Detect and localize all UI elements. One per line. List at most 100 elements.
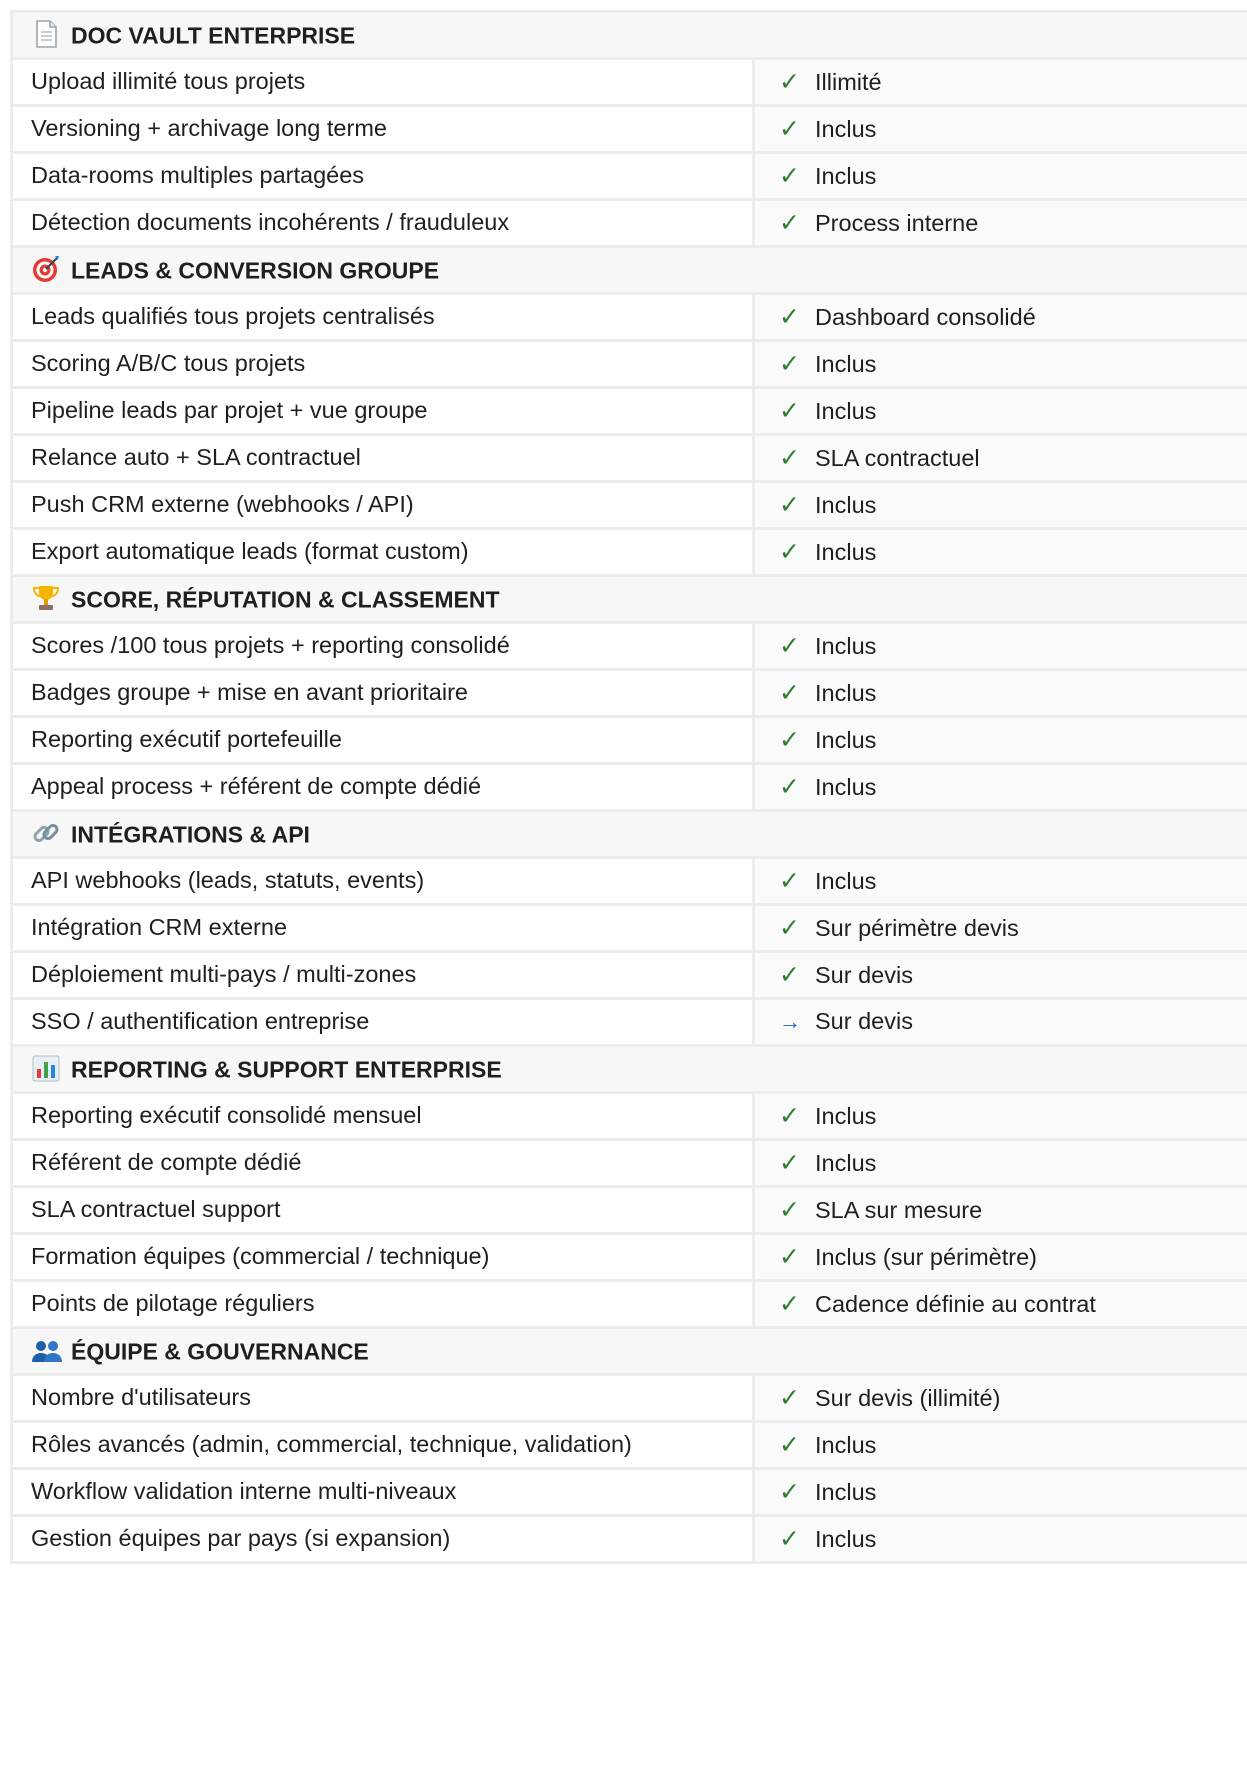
table-row: Workflow validation interne multi-niveau… (10, 1467, 1247, 1517)
value-text: Inclus (815, 397, 877, 424)
table-row: Nombre d'utilisateurs ✓ Sur devis (illimi… (10, 1373, 1247, 1423)
table-row: Référent de compte dédié ✓ Inclus (10, 1138, 1247, 1188)
feature-cell: Scores /100 tous projets + reporting con… (10, 621, 755, 671)
feature-cell: Reporting exécutif consolidé mensuel (10, 1091, 755, 1141)
value-text: Sur devis (815, 1008, 913, 1035)
check-icon: ✓ (779, 913, 800, 942)
section-title: LEADS & CONVERSION GROUPE (71, 256, 440, 283)
section-header-cell: LEADS & CONVERSION GROUPE (9, 245, 1247, 295)
value-cell: → Sur devis (751, 997, 1247, 1047)
section-title: ÉQUIPE & GOUVERNANCE (71, 1337, 369, 1364)
value-cell: ✓ Dashboard consolidé (751, 292, 1247, 342)
check-icon: ✓ (779, 1148, 800, 1177)
check-icon: ✓ (779, 302, 800, 331)
value-text: Inclus (815, 491, 877, 518)
feature-cell: Nombre d'utilisateurs (10, 1373, 755, 1423)
check-icon: ✓ (779, 1195, 800, 1224)
check-icon: ✓ (779, 114, 800, 143)
value-text: Inclus (815, 1525, 877, 1552)
feature-cell: Appeal process + référent de compte dédi… (10, 762, 755, 812)
table-row: Data-rooms multiples partagées ✓ Inclus (10, 151, 1247, 201)
value-text: Inclus (815, 1149, 877, 1176)
table-row: Leads qualifiés tous projets centralisés… (10, 292, 1247, 342)
table-row: Formation équipes (commercial / techniqu… (10, 1232, 1247, 1282)
section-title: INTÉGRATIONS & API (71, 820, 310, 847)
value-text: Inclus (815, 115, 877, 142)
value-cell: ✓ Inclus (sur périmètre) (751, 1232, 1247, 1282)
table-row: Push CRM externe (webhooks / API) ✓ Inclu… (10, 480, 1247, 530)
table-row: SSO / authentification entreprise → Sur d… (10, 997, 1247, 1047)
people-icon (31, 1335, 63, 1363)
value-text: Inclus (815, 679, 877, 706)
table-row: Reporting exécutif consolidé mensuel ✓ In… (10, 1091, 1247, 1141)
section-header-cell: REPORTING & SUPPORT ENTERPRISE (9, 1044, 1247, 1094)
table-row: Upload illimité tous projets ✓ Illimité (10, 57, 1247, 107)
table-row: Rôles avancés (admin, commercial, techni… (10, 1420, 1247, 1470)
check-icon: ✓ (779, 537, 800, 566)
table-row: Pipeline leads par projet + vue groupe ✓… (10, 386, 1247, 436)
value-cell: ✓ Inclus (751, 621, 1247, 671)
value-text: Inclus (815, 350, 877, 377)
check-icon: ✓ (779, 960, 800, 989)
section-header-row: ÉQUIPE & GOUVERNANCE (9, 1326, 1247, 1376)
value-cell: ✓ Inclus (751, 339, 1247, 389)
value-cell: ✓ Inclus (751, 1420, 1247, 1470)
section-title: SCORE, RÉPUTATION & CLASSEMENT (71, 585, 500, 612)
feature-cell: Badges groupe + mise en avant prioritair… (10, 668, 755, 718)
link-icon (31, 818, 63, 846)
value-cell: ✓ Cadence définie au contrat (751, 1279, 1247, 1329)
table-row: Intégration CRM externe ✓ Sur périmètre d… (10, 903, 1247, 953)
value-cell: ✓ Inclus (751, 1467, 1247, 1517)
feature-cell: Formation équipes (commercial / techniqu… (10, 1232, 755, 1282)
section-header-row: REPORTING & SUPPORT ENTERPRISE (9, 1044, 1247, 1094)
value-cell: ✓ Illimité (751, 57, 1247, 107)
value-cell: ✓ Sur devis (751, 950, 1247, 1000)
value-text: Sur périmètre devis (815, 914, 1019, 941)
table-row: SLA contractuel support ✓ SLA sur mesure (10, 1185, 1247, 1235)
value-cell: ✓ Inclus (751, 104, 1247, 154)
value-text: SLA sur mesure (815, 1196, 983, 1223)
table-row: Versioning + archivage long terme ✓ Inclu… (10, 104, 1247, 154)
trophy-icon (31, 583, 63, 611)
value-cell: ✓ Process interne (751, 198, 1247, 248)
table-row: Badges groupe + mise en avant prioritair… (10, 668, 1247, 718)
check-icon: ✓ (779, 772, 800, 801)
feature-cell: Reporting exécutif portefeuille (10, 715, 755, 765)
feature-cell: Export automatique leads (format custom) (10, 527, 755, 577)
feature-cell: Référent de compte dédié (10, 1138, 755, 1188)
feature-cell: Gestion équipes par pays (si expansion) (10, 1514, 755, 1564)
feature-cell: Workflow validation interne multi-niveau… (10, 1467, 755, 1517)
value-text: Inclus (815, 867, 877, 894)
check-icon: ✓ (779, 1383, 800, 1412)
feature-cell: Push CRM externe (webhooks / API) (10, 480, 755, 530)
table-row: Détection documents incohérents / fraudu… (10, 198, 1247, 248)
table-row: Déploiement multi-pays / multi-zones ✓ Su… (10, 950, 1247, 1000)
feature-cell: Data-rooms multiples partagées (10, 151, 755, 201)
check-icon: ✓ (779, 349, 800, 378)
table-row: Relance auto + SLA contractuel ✓ SLA cont… (10, 433, 1247, 483)
target-icon (31, 254, 63, 283)
value-cell: ✓ Inclus (751, 386, 1247, 436)
feature-cell: Versioning + archivage long terme (10, 104, 755, 154)
check-icon: ✓ (779, 67, 800, 96)
feature-cell: SSO / authentification entreprise (10, 997, 755, 1047)
check-icon: ✓ (779, 396, 800, 425)
value-text: Dashboard consolidé (815, 303, 1036, 330)
feature-cell: SLA contractuel support (10, 1185, 755, 1235)
section-header-row: INTÉGRATIONS & API (9, 809, 1247, 859)
feature-cell: API webhooks (leads, statuts, events) (10, 856, 755, 906)
table-row: Scoring A/B/C tous projets ✓ Inclus (10, 339, 1247, 389)
check-icon: ✓ (779, 490, 800, 519)
check-icon: ✓ (779, 1289, 800, 1318)
value-text: Inclus (sur périmètre) (815, 1243, 1037, 1270)
feature-cell: Upload illimité tous projets (10, 57, 755, 107)
check-icon: ✓ (779, 161, 800, 190)
feature-cell: Détection documents incohérents / fraudu… (10, 198, 755, 248)
value-text: Illimité (815, 68, 882, 95)
section-header-row: LEADS & CONVERSION GROUPE (9, 245, 1247, 295)
section-header-cell: DOC VAULT ENTERPRISE (9, 10, 1247, 60)
value-cell: ✓ Sur périmètre devis (751, 903, 1247, 953)
value-text: Inclus (815, 1431, 877, 1458)
table-row: Scores /100 tous projets + reporting con… (10, 621, 1247, 671)
check-icon: ✓ (779, 725, 800, 754)
